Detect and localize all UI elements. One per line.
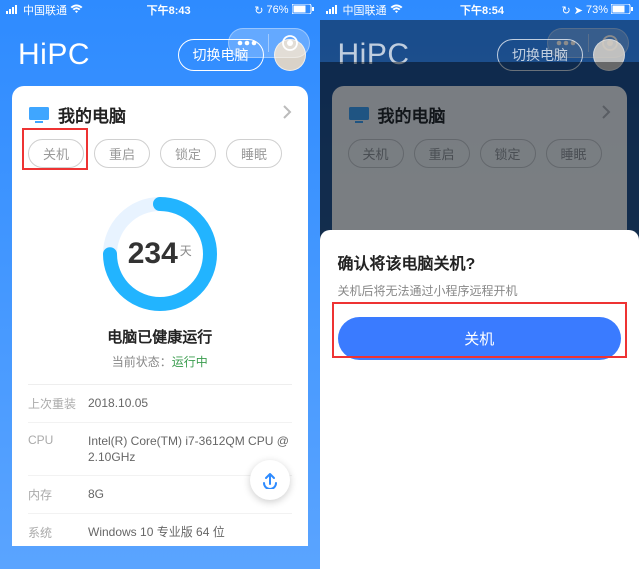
clock-text: 下午8:43	[147, 2, 191, 18]
signal-icon	[326, 4, 340, 17]
location-icon: ➤	[574, 4, 583, 17]
phone-screenshot-right: 中国联通 下午8:54 ↻ ➤ 73% HiPC 切换电脑	[320, 0, 639, 569]
shutdown-button[interactable]: 关机	[28, 139, 84, 168]
pc-name-text: 我的电脑	[58, 102, 275, 127]
sheet-subtitle: 关机后将无法通过小程序远程开机	[338, 282, 622, 299]
signal-icon	[6, 4, 20, 17]
power-actions: 关机 重启 锁定 睡眠	[28, 137, 292, 178]
health-text: 电脑已健康运行	[28, 326, 292, 347]
battery-text: 73%	[586, 4, 608, 16]
spec-row-reinstall: 上次重装 2018.10.05	[28, 385, 292, 423]
monitor-icon	[28, 106, 50, 124]
sheet-title: 确认将该电脑关机?	[338, 250, 622, 274]
wifi-icon	[70, 4, 83, 17]
battery-icon	[611, 4, 633, 17]
carrier-text: 中国联通	[343, 2, 387, 18]
ring-value: 234	[128, 237, 178, 271]
pc-title-row[interactable]: 我的电脑	[28, 102, 292, 137]
carrier-text: 中国联通	[23, 2, 67, 18]
brand-title: HiPC	[18, 38, 168, 72]
clock-text: 下午8:54	[460, 2, 504, 18]
wifi-icon	[390, 4, 403, 17]
chevron-right-icon	[283, 105, 292, 124]
spec-row-os: 系统 Windows 10 专业版 64 位	[28, 514, 292, 551]
spec-row-cpu: CPU Intel(R) Core(TM) i7-3612QM CPU @ 2.…	[28, 423, 292, 476]
status-label: 当前状态：	[112, 355, 172, 369]
status-row: 当前状态：运行中	[28, 353, 292, 384]
status-bar: 中国联通 下午8:43 ↻ 76%	[0, 0, 320, 20]
ring-unit: 天	[180, 242, 192, 259]
main-card: 我的电脑 关机 重启 锁定 睡眠 234 天 电脑已健康运行 当前状态：运行中	[12, 86, 308, 546]
status-bar: 中国联通 下午8:54 ↻ ➤ 73%	[320, 0, 639, 20]
battery-icon	[292, 4, 314, 17]
phone-screenshot-left: 中国联通 下午8:43 ↻ 76% HiPC 切换电脑	[0, 0, 320, 569]
status-value: 运行中	[172, 355, 208, 369]
upload-float-button[interactable]	[250, 460, 290, 500]
health-ring: 234 天	[96, 190, 224, 318]
lock-button[interactable]: 锁定	[160, 139, 216, 168]
capsule-close-icon[interactable]	[272, 34, 309, 52]
sync-icon: ↻	[562, 4, 571, 17]
specs-table: 上次重装 2018.10.05 CPU Intel(R) Core(TM) i7…	[28, 384, 292, 551]
sleep-button[interactable]: 睡眠	[226, 139, 282, 168]
confirm-sheet: 确认将该电脑关机? 关机后将无法通过小程序远程开机 关机	[320, 230, 639, 569]
battery-text: 76%	[266, 4, 288, 16]
miniprogram-capsule[interactable]	[228, 28, 310, 58]
sync-icon: ↻	[254, 4, 263, 17]
restart-button[interactable]: 重启	[94, 139, 150, 168]
confirm-shutdown-button[interactable]: 关机	[338, 317, 622, 360]
capsule-menu-icon[interactable]	[229, 40, 266, 46]
